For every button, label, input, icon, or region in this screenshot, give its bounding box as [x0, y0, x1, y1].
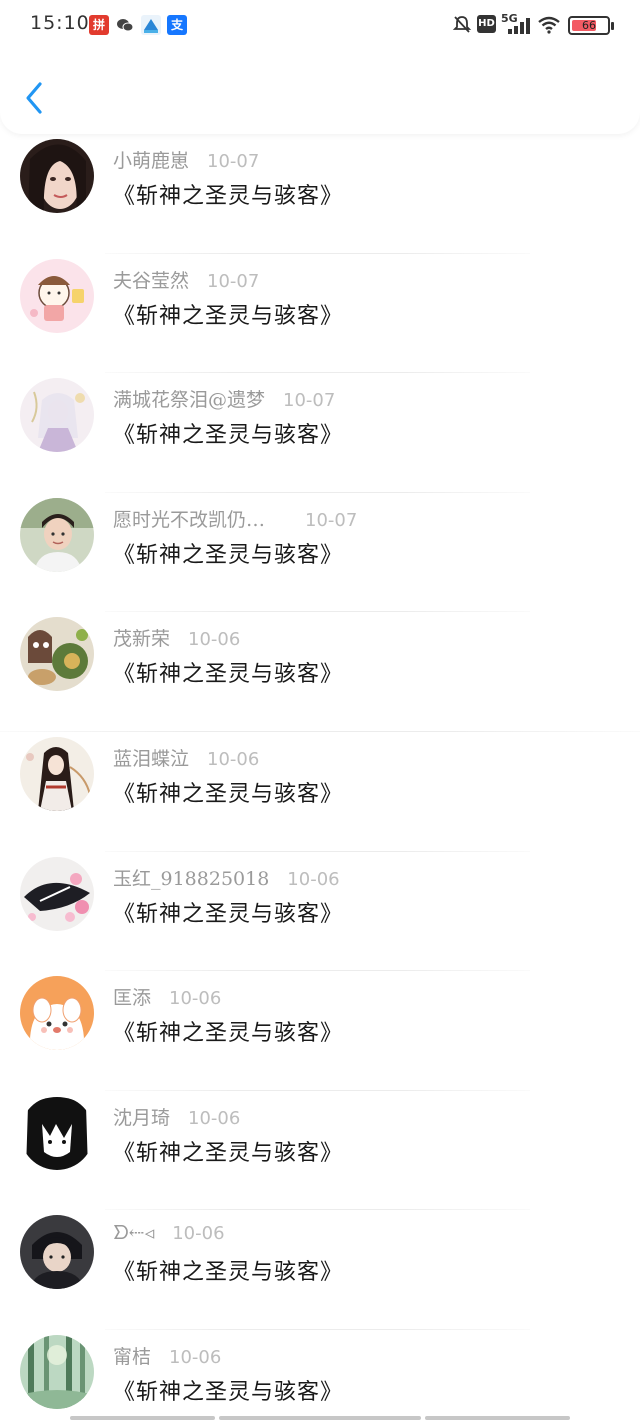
reply-content[interactable]: 《斩神之圣灵与骇客》 — [113, 537, 343, 569]
status-time: 15:10 — [30, 12, 90, 34]
reply-meta: 甯桔 10-06 — [113, 1342, 221, 1369]
reply-date: 10-07 — [305, 509, 358, 531]
signal-icon — [508, 18, 530, 38]
list-item[interactable]: 甯桔 10-06 《斩神之圣灵与骇客》 — [0, 1330, 640, 1422]
status-bar: 15:10 拼 支 HD 5G 66 — [0, 0, 640, 48]
user-avatar[interactable] — [20, 258, 94, 333]
list-item[interactable]: 玉红_918825018 10-06 《斩神之圣灵与骇客》 — [0, 852, 640, 972]
user-name[interactable]: 满城花祭泪@遗梦 — [113, 389, 265, 411]
user-name[interactable]: 甯桔 — [113, 1346, 151, 1368]
reply-meta: 沈月琦 10-06 — [113, 1103, 240, 1130]
list-item[interactable]: 沈月琦 10-06 《斩神之圣灵与骇客》 — [0, 1091, 640, 1211]
bell-off-icon — [452, 14, 472, 38]
user-name[interactable]: 沈月琦 — [113, 1107, 170, 1129]
user-avatar[interactable] — [20, 976, 94, 1051]
battery-level: 66 — [582, 19, 596, 32]
user-name[interactable]: 匡添 — [113, 987, 151, 1009]
pinduoduo-icon: 拼 — [89, 15, 109, 35]
reply-date: 10-07 — [283, 390, 336, 412]
user-name[interactable]: 蓝泪蝶泣 — [113, 748, 189, 770]
user-avatar[interactable] — [20, 497, 94, 572]
user-name[interactable]: 夫谷莹然 — [113, 270, 189, 292]
top-header: 15:10 拼 支 HD 5G 66 — [0, 0, 640, 134]
user-avatar[interactable] — [20, 139, 94, 213]
user-avatar[interactable] — [20, 1095, 94, 1170]
reply-meta: 玉红_918825018 10-06 — [113, 864, 340, 891]
battery-icon: 66 — [568, 16, 610, 35]
reply-content[interactable]: 《斩神之圣灵与骇客》 — [113, 776, 343, 808]
user-name[interactable]: 愿时光不改凯仍… — [113, 509, 265, 531]
alipay-icon: 支 — [167, 15, 187, 35]
user-name[interactable]: ᗤ⇠◃ — [113, 1222, 154, 1244]
app-icon — [141, 15, 161, 35]
hd-icon: HD — [477, 15, 496, 33]
list-item[interactable]: 满城花祭泪@遗梦 10-07 《斩神之圣灵与骇客》 — [0, 373, 640, 493]
wifi-icon — [537, 16, 561, 38]
reply-date: 10-06 — [169, 1346, 222, 1368]
user-avatar[interactable] — [20, 378, 94, 453]
user-avatar[interactable] — [20, 856, 94, 931]
reply-content[interactable]: 《斩神之圣灵与骇客》 — [113, 1135, 343, 1167]
user-name[interactable]: 玉红_918825018 — [113, 868, 269, 890]
user-name[interactable]: 小萌鹿崽 — [113, 150, 189, 172]
reply-meta: ᗤ⇠◃ 10-06 — [113, 1222, 225, 1244]
reply-content[interactable]: 《斩神之圣灵与骇客》 — [113, 417, 343, 449]
reply-content[interactable]: 《斩神之圣灵与骇客》 — [113, 656, 343, 688]
reply-meta: 夫谷莹然 10-07 — [113, 266, 259, 293]
reply-content[interactable]: 《斩神之圣灵与骇客》 — [113, 1254, 343, 1286]
reply-meta: 小萌鹿崽 10-07 — [113, 146, 259, 173]
home-indicator — [70, 1416, 215, 1420]
list-item[interactable]: 茂新荣 10-06 《斩神之圣灵与骇客》 — [0, 612, 640, 732]
reply-date: 10-06 — [172, 1223, 225, 1245]
user-avatar[interactable] — [20, 736, 94, 811]
user-name[interactable]: 茂新荣 — [113, 628, 170, 650]
list-item[interactable]: ᗤ⇠◃ 10-06 《斩神之圣灵与骇客》 — [0, 1210, 640, 1330]
reply-meta: 蓝泪蝶泣 10-06 — [113, 744, 259, 771]
reply-content[interactable]: 《斩神之圣灵与骇客》 — [113, 896, 343, 928]
list-item[interactable]: 愿时光不改凯仍… 10-07 《斩神之圣灵与骇客》 — [0, 493, 640, 613]
reply-content[interactable]: 《斩神之圣灵与骇客》 — [113, 298, 343, 330]
reply-date: 10-06 — [287, 868, 340, 890]
reply-content[interactable]: 《斩神之圣灵与骇客》 — [113, 178, 343, 210]
reply-meta: 满城花祭泪@遗梦 10-07 — [113, 385, 335, 412]
reply-meta: 愿时光不改凯仍… 10-07 — [113, 505, 357, 532]
reply-meta: 匡添 10-06 — [113, 983, 221, 1010]
list-item[interactable]: 匡添 10-06 《斩神之圣灵与骇客》 — [0, 971, 640, 1091]
list-item[interactable]: 蓝泪蝶泣 10-06 《斩神之圣灵与骇客》 — [0, 732, 640, 852]
home-indicator — [219, 1416, 421, 1420]
reply-content[interactable]: 《斩神之圣灵与骇客》 — [113, 1374, 343, 1406]
wechat-icon — [115, 15, 135, 35]
reply-date: 10-07 — [207, 270, 260, 292]
reply-date: 10-06 — [188, 629, 241, 651]
reply-list: 小萌鹿崽 10-07 《斩神之圣灵与骇客》 夫谷莹然 10-07 《斩神之圣灵与骇客… — [0, 134, 640, 1422]
list-item[interactable]: 小萌鹿崽 10-07 《斩神之圣灵与骇客》 — [0, 134, 640, 254]
user-avatar[interactable] — [20, 617, 94, 692]
battery-cap — [611, 22, 614, 30]
reply-date: 10-06 — [188, 1107, 241, 1129]
reply-meta: 茂新荣 10-06 — [113, 624, 240, 651]
back-button[interactable] — [20, 80, 50, 116]
reply-content[interactable]: 《斩神之圣灵与骇客》 — [113, 1015, 343, 1047]
chevron-left-icon — [26, 82, 42, 114]
user-avatar[interactable] — [20, 1334, 94, 1409]
reply-date: 10-06 — [169, 988, 222, 1010]
home-indicator — [425, 1416, 570, 1420]
reply-date: 10-07 — [207, 151, 260, 172]
user-avatar[interactable] — [20, 1215, 94, 1290]
reply-date: 10-06 — [207, 748, 260, 770]
list-item[interactable]: 夫谷莹然 10-07 《斩神之圣灵与骇客》 — [0, 254, 640, 374]
